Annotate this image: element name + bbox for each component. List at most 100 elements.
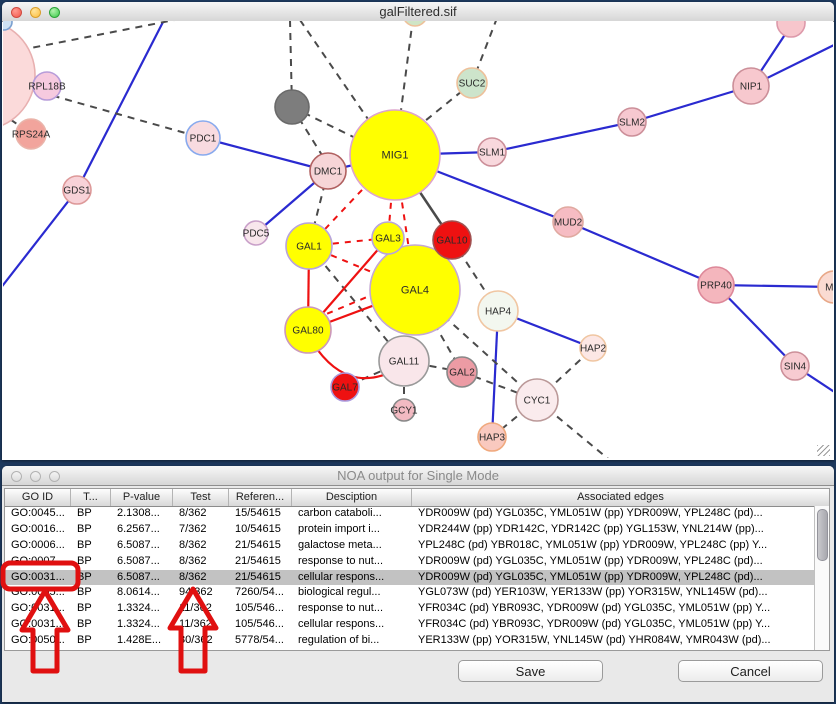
table-cell: BP	[71, 601, 111, 617]
table-header-row: GO IDT...P-valueTestReferen...Desciption…	[5, 489, 829, 507]
table-cell: GO:0065...	[5, 585, 71, 601]
table-body: GO:0045...BP2.1308...8/36215/54615carbon…	[5, 506, 814, 650]
table-cell: YDR009W (pd) YGL035C, YML051W (pp) YDR00…	[412, 554, 814, 570]
scrollbar-thumb[interactable]	[817, 509, 828, 561]
table-cell: GO:0031...	[5, 601, 71, 617]
noa-output-window: NOA output for Single Mode GO IDT...P-va…	[2, 466, 834, 702]
table-cell: 94/362	[173, 585, 229, 601]
table-cell: cellular respons...	[292, 570, 412, 586]
cancel-button[interactable]: Cancel	[678, 660, 823, 682]
table-cell: 15/54615	[229, 506, 292, 522]
table-cell: YDR244W (pp) YDR142C, YDR142C (pp) YGL15…	[412, 522, 814, 538]
table-row[interactable]: GO:0065...BP8.0614...94/3627260/54...bio…	[5, 585, 814, 601]
table-cell: YER133W (pp) YOR315W, YNL145W (pd) YHR08…	[412, 633, 814, 649]
table-cell: galactose meta...	[292, 538, 412, 554]
table-cell: YGL073W (pd) YER103W, YER133W (pp) YOR31…	[412, 585, 814, 601]
table-cell: BP	[71, 617, 111, 633]
table-header-go-id[interactable]: GO ID	[5, 489, 71, 506]
table-cell: biological regul...	[292, 585, 412, 601]
node-unlabeled-top-pink[interactable]	[777, 21, 805, 37]
table-row[interactable]: GO:0031...BP6.5087...8/36221/54615cellul…	[5, 570, 814, 586]
node-label-MSI: MSI	[825, 283, 833, 294]
table-row[interactable]: GO:0050...BP1.428E...80/3625778/54...reg…	[5, 633, 814, 649]
node-label-SLM2: SLM2	[619, 118, 646, 129]
table-cell: 10/54615	[229, 522, 292, 538]
table-cell: carbon cataboli...	[292, 506, 412, 522]
network-window: galFiltered.sif RPL18BRPS24AGDS1PDC1DMC1…	[2, 2, 834, 460]
network-edge[interactable]	[3, 190, 77, 289]
network-edge[interactable]	[568, 222, 716, 285]
table-cell: response to nut...	[292, 601, 412, 617]
table-cell: YPL248C (pd) YBR018C, YML051W (pp) YDR00…	[412, 538, 814, 554]
network-window-titlebar[interactable]: galFiltered.sif	[2, 2, 834, 22]
resize-grip-icon[interactable]	[817, 445, 830, 456]
node-unlabeled-gray[interactable]	[275, 90, 309, 124]
table-row[interactable]: GO:0016...BP6.2567...7/36210/54615protei…	[5, 522, 814, 538]
table-cell: YFR034C (pd) YBR093C, YDR009W (pd) YGL03…	[412, 601, 814, 617]
vertical-scrollbar[interactable]	[814, 506, 829, 650]
table-cell: GO:0031...	[5, 617, 71, 633]
table-cell: YDR009W (pd) YGL035C, YML051W (pp) YDR00…	[412, 506, 814, 522]
table-cell: 11/362	[173, 601, 229, 617]
table-cell: cellular respons...	[292, 617, 412, 633]
table-header-t[interactable]: T...	[71, 489, 111, 506]
table-cell: BP	[71, 522, 111, 538]
table-row[interactable]: GO:0006...BP6.5087...8/36221/54615galact…	[5, 538, 814, 554]
table-header-p-value[interactable]: P-value	[111, 489, 173, 506]
table-header-referen[interactable]: Referen...	[229, 489, 292, 506]
noa-window-titlebar[interactable]: NOA output for Single Mode	[2, 466, 834, 486]
table-cell: BP	[71, 570, 111, 586]
table-cell: 6.2567...	[111, 522, 173, 538]
network-edge[interactable]	[77, 22, 163, 190]
node-label-GAL4: GAL4	[401, 285, 429, 297]
node-label-HAP3: HAP3	[479, 433, 506, 444]
table-row[interactable]: GO:0007...BP6.5087...8/36221/54615respon…	[5, 554, 814, 570]
network-edge[interactable]	[203, 138, 328, 171]
table-cell: 8/362	[173, 538, 229, 554]
table-header-associated-edges[interactable]: Associated edges	[412, 489, 829, 506]
table-cell: 1.3324...	[111, 617, 173, 633]
node-label-HAP2: HAP2	[580, 344, 607, 355]
table-cell: GO:0007...	[5, 554, 71, 570]
table-cell: 1.3324...	[111, 601, 173, 617]
table-cell: 80/362	[173, 633, 229, 649]
table-cell: 2.1308...	[111, 506, 173, 522]
network-edge[interactable]	[492, 122, 632, 152]
table-cell: GO:0016...	[5, 522, 71, 538]
table-row[interactable]: GO:0031...BP1.3324...11/362105/546...res…	[5, 601, 814, 617]
table-cell: 7260/54...	[229, 585, 292, 601]
node-label-CYC1: CYC1	[524, 396, 551, 407]
node-label-MUD2: MUD2	[554, 218, 583, 229]
node-label-RPL18B: RPL18B	[28, 82, 66, 93]
node-label-GCY1: GCY1	[390, 406, 418, 417]
table-cell: 8/362	[173, 506, 229, 522]
node-label-DMC1: DMC1	[314, 167, 343, 178]
table-cell: 11/362	[173, 617, 229, 633]
table-cell: GO:0045...	[5, 506, 71, 522]
node-unlabeled-left[interactable]	[3, 21, 35, 130]
table-cell: 21/54615	[229, 538, 292, 554]
network-edge[interactable]	[3, 21, 195, 55]
table-row[interactable]: GO:0045...BP2.1308...8/36215/54615carbon…	[5, 506, 814, 522]
node-label-PRP40: PRP40	[700, 281, 732, 292]
network-graph[interactable]: RPL18BRPS24AGDS1PDC1DMC1MIG1SUC2NIP1SLM2…	[3, 21, 833, 458]
node-label-GAL80: GAL80	[292, 326, 324, 337]
table-row[interactable]: GO:0031...BP1.3324...11/362105/546...cel…	[5, 617, 814, 633]
results-table: GO IDT...P-valueTestReferen...Desciption…	[4, 488, 830, 651]
table-header-test[interactable]: Test	[173, 489, 229, 506]
table-cell: 105/546...	[229, 617, 292, 633]
node-label-GAL7: GAL7	[332, 383, 358, 394]
table-cell: 8/362	[173, 570, 229, 586]
network-canvas[interactable]: RPL18BRPS24AGDS1PDC1DMC1MIG1SUC2NIP1SLM2…	[3, 21, 833, 458]
table-cell: GO:0006...	[5, 538, 71, 554]
table-cell: 6.5087...	[111, 554, 173, 570]
network-edge[interactable]	[300, 21, 372, 125]
table-header-desciption[interactable]: Desciption	[292, 489, 412, 506]
node-label-GDS1: GDS1	[63, 186, 91, 197]
network-edge[interactable]	[400, 21, 413, 118]
table-cell: protein import i...	[292, 522, 412, 538]
table-cell: GO:0031...	[5, 570, 71, 586]
save-button[interactable]: Save	[458, 660, 603, 682]
node-unlabeled-top-green[interactable]	[403, 21, 427, 26]
table-cell: regulation of bi...	[292, 633, 412, 649]
